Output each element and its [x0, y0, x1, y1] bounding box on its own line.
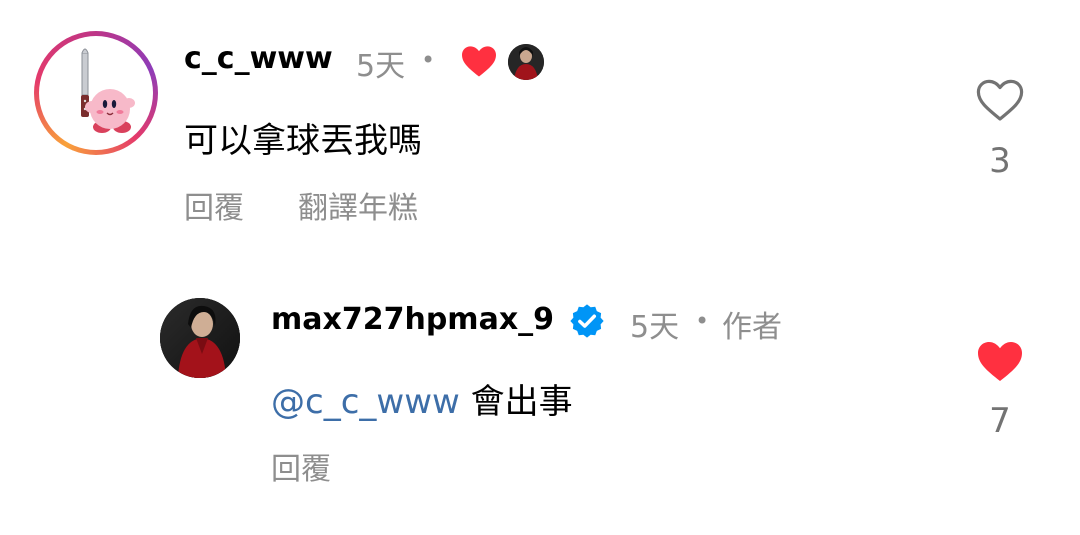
translate-button[interactable]: 翻譯年糕 — [298, 183, 418, 227]
author-mini-avatar — [508, 44, 544, 80]
reply-meta-separator: • — [695, 307, 710, 335]
verified-badge-icon — [568, 302, 606, 344]
reply-like-count: 7 — [989, 401, 1011, 441]
comment-like-count: 3 — [989, 141, 1011, 181]
comment-text: 可以拿球丟我嗎 — [184, 121, 422, 161]
meta-separator: • — [421, 46, 436, 74]
reply-text-line: @c_c_www 會出事 — [271, 374, 573, 423]
comment-timestamp: 5天 — [356, 49, 406, 84]
author-label: 作者 — [722, 310, 782, 345]
reply-reply-button[interactable]: 回覆 — [271, 444, 331, 488]
heart-filled-icon[interactable] — [976, 339, 1024, 387]
heart-outline-icon[interactable] — [976, 78, 1024, 126]
commenter-avatar-ring[interactable] — [34, 31, 158, 155]
reply-author-username[interactable]: max727hpmax_9 — [271, 302, 554, 337]
reply-author-avatar[interactable] — [160, 298, 240, 378]
reply-text: 會出事 — [470, 382, 573, 422]
commenter-username[interactable]: c_c_www — [184, 41, 333, 76]
mention-link[interactable]: @c_c_www — [271, 382, 460, 422]
author-liked-heart-icon — [460, 44, 498, 82]
comment-reply-button[interactable]: 回覆 — [184, 183, 244, 227]
commenter-avatar — [44, 41, 148, 145]
reply-timestamp: 5天 — [630, 310, 680, 345]
